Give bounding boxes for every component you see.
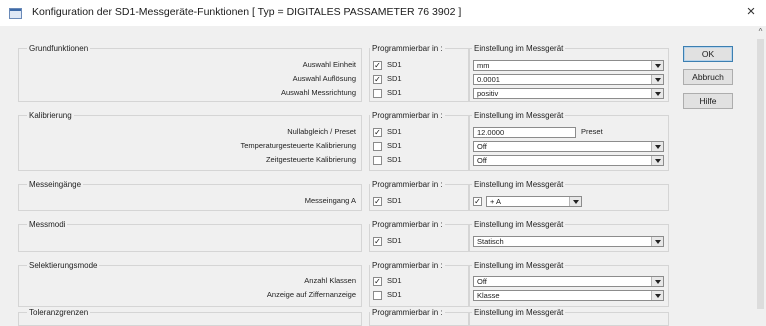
group-messeingaenge-programmierbar: Programmierbar in : <box>369 179 469 211</box>
group-title-grundfunktionen: Grundfunktionen <box>27 43 91 54</box>
group-title-toleranzgrenzen: Toleranzgrenzen <box>27 307 91 318</box>
dropdown-arrow-icon[interactable] <box>651 142 663 151</box>
checkbox-auswahl-aufloesung[interactable] <box>373 75 382 84</box>
dropdown-arrow-icon[interactable] <box>651 291 663 300</box>
header-einstellung: Einstellung im Messgerät <box>472 110 566 121</box>
header-einstellung: Einstellung im Messgerät <box>472 43 566 54</box>
select-value: mm <box>477 61 490 70</box>
dialog-content: Grundfunktionen Programmierbar in : Eins… <box>0 26 766 326</box>
label-zeitgesteuerte-kalibrierung: Zeitgesteuerte Kalibrierung <box>265 155 356 164</box>
scroll-up-icon[interactable]: ^ <box>755 26 766 37</box>
group-toleranzgrenzen-einstellung: Einstellung im Messgerät <box>469 307 669 326</box>
group-title-messmodi: Messmodi <box>27 219 68 230</box>
ok-button[interactable]: OK <box>683 46 733 62</box>
label-nullabgleich-preset: Nullabgleich / Preset <box>287 127 356 136</box>
sd1-label: SD1 <box>387 60 402 69</box>
header-programmierbar: Programmierbar in : <box>370 179 445 190</box>
title-bar: Konfiguration der SD1-Messgeräte-Funktio… <box>0 0 766 26</box>
window-title: Konfiguration der SD1-Messgeräte-Funktio… <box>32 6 462 18</box>
label-anzeige-ziffernanzeige: Anzeige auf Ziffernanzeige <box>266 290 356 299</box>
checkbox-anzahl-klassen[interactable] <box>373 277 382 286</box>
group-selektierungsmode-labels: Selektierungsmode <box>18 260 362 307</box>
select-auswahl-einheit[interactable]: mm <box>473 60 664 71</box>
header-programmierbar: Programmierbar in : <box>370 43 445 54</box>
checkbox-temperaturgesteuerte-kalibrierung[interactable] <box>373 142 382 151</box>
checkbox-messmodi[interactable] <box>373 237 382 246</box>
select-auswahl-aufloesung[interactable]: 0.0001 <box>473 74 664 85</box>
hilfe-button[interactable]: Hilfe <box>683 93 733 109</box>
checkbox-messeingang-a[interactable] <box>373 197 382 206</box>
select-temperaturgesteuerte-kalibrierung[interactable]: Off <box>473 141 664 152</box>
scroll-thumb[interactable] <box>757 39 764 309</box>
label-temperaturgesteuerte-kalibrierung: Temperaturgesteuerte Kalibrierung <box>240 141 356 150</box>
sd1-label: SD1 <box>387 141 402 150</box>
header-programmierbar: Programmierbar in : <box>370 110 445 121</box>
label-auswahl-einheit: Auswahl Einheit <box>302 60 356 69</box>
select-value: + A <box>490 197 502 206</box>
sd1-label: SD1 <box>387 196 402 205</box>
sd1-label: SD1 <box>387 155 402 164</box>
label-auswahl-messrichtung: Auswahl Messrichtung <box>280 88 356 97</box>
select-messeingang-a[interactable]: + A <box>486 196 582 207</box>
vertical-scrollbar[interactable]: ^ <box>755 26 766 318</box>
header-programmierbar: Programmierbar in : <box>370 219 445 230</box>
checkbox-messeingang-a-enable[interactable] <box>473 197 482 206</box>
dropdown-arrow-icon[interactable] <box>651 75 663 84</box>
dropdown-arrow-icon[interactable] <box>569 197 581 206</box>
dropdown-arrow-icon[interactable] <box>651 277 663 286</box>
label-anzahl-klassen: Anzahl Klassen <box>304 276 356 285</box>
header-einstellung: Einstellung im Messgerät <box>472 219 566 230</box>
select-value: Klasse <box>477 291 500 300</box>
preset-label: Preset <box>581 127 603 136</box>
group-selektierungsmode-programmierbar: Programmierbar in : <box>369 260 469 307</box>
checkbox-zeitgesteuerte-kalibrierung[interactable] <box>373 156 382 165</box>
select-zeitgesteuerte-kalibrierung[interactable]: Off <box>473 155 664 166</box>
select-anzeige-ziffernanzeige[interactable]: Klasse <box>473 290 664 301</box>
select-value: Statisch <box>477 237 504 246</box>
dropdown-arrow-icon[interactable] <box>651 156 663 165</box>
group-title-kalibrierung: Kalibrierung <box>27 110 74 121</box>
select-value: positiv <box>477 89 499 98</box>
header-programmierbar: Programmierbar in : <box>370 260 445 271</box>
sd1-label: SD1 <box>387 276 402 285</box>
sd1-label: SD1 <box>387 74 402 83</box>
group-toleranzgrenzen-labels: Toleranzgrenzen <box>18 307 362 326</box>
close-icon[interactable]: × <box>742 3 760 21</box>
checkbox-anzeige-ziffernanzeige[interactable] <box>373 291 382 300</box>
abbruch-button[interactable]: Abbruch <box>683 69 733 85</box>
group-toleranzgrenzen-programmierbar: Programmierbar in : <box>369 307 469 326</box>
checkbox-nullabgleich-preset[interactable] <box>373 128 382 137</box>
select-value: Off <box>477 142 487 151</box>
select-value: Off <box>477 277 487 286</box>
sd1-label: SD1 <box>387 88 402 97</box>
dropdown-arrow-icon[interactable] <box>651 237 663 246</box>
label-messeingang-a: Messeingang A <box>304 196 356 205</box>
window-app-icon <box>9 8 22 19</box>
select-anzahl-klassen[interactable]: Off <box>473 276 664 287</box>
header-einstellung: Einstellung im Messgerät <box>472 307 566 318</box>
select-value: 0.0001 <box>477 75 500 84</box>
select-value: Off <box>477 156 487 165</box>
group-kalibrierung-programmierbar: Programmierbar in : <box>369 110 469 171</box>
sd1-label: SD1 <box>387 290 402 299</box>
group-title-selektierungsmode: Selektierungsmode <box>27 260 100 271</box>
select-messmodi[interactable]: Statisch <box>473 236 664 247</box>
group-grundfunktionen-programmierbar: Programmierbar in : <box>369 43 469 102</box>
header-einstellung: Einstellung im Messgerät <box>472 179 566 190</box>
sd1-label: SD1 <box>387 127 402 136</box>
header-programmierbar: Programmierbar in : <box>370 307 445 318</box>
select-auswahl-messrichtung[interactable]: positiv <box>473 88 664 99</box>
group-title-messeingaenge: Messeingänge <box>27 179 84 190</box>
sd1-label: SD1 <box>387 236 402 245</box>
dropdown-arrow-icon[interactable] <box>651 61 663 70</box>
label-auswahl-aufloesung: Auswahl Auflösung <box>292 74 356 83</box>
group-messmodi-labels: Messmodi <box>18 219 362 252</box>
group-messmodi-programmierbar: Programmierbar in : <box>369 219 469 252</box>
header-einstellung: Einstellung im Messgerät <box>472 260 566 271</box>
checkbox-auswahl-messrichtung[interactable] <box>373 89 382 98</box>
input-preset-value[interactable]: 12.0000 <box>473 127 576 138</box>
dropdown-arrow-icon[interactable] <box>651 89 663 98</box>
checkbox-auswahl-einheit[interactable] <box>373 61 382 70</box>
